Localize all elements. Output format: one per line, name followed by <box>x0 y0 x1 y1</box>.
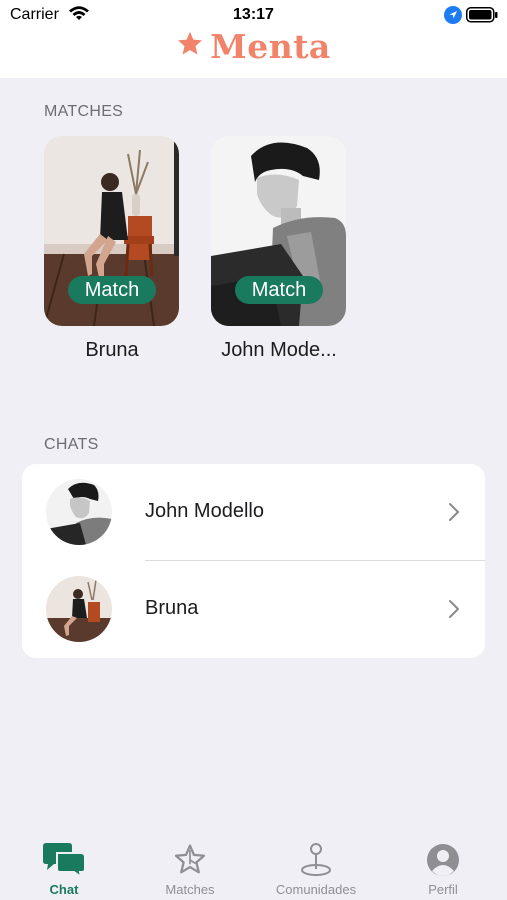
matches-section-title: MATCHES <box>44 103 124 120</box>
match-badge: Match <box>68 276 156 304</box>
tab-label: Matches <box>165 882 215 897</box>
star-outline-icon <box>130 842 250 878</box>
tab-bar: Chat Matches Comunidades Perfil <box>0 830 507 900</box>
tab-comunidades[interactable]: Comunidades <box>256 830 376 900</box>
tab-label: Perfil <box>428 882 458 897</box>
match-name: Bruna <box>85 339 139 361</box>
tab-chat[interactable]: Chat <box>4 830 124 900</box>
match-name: John Mode... <box>221 339 337 361</box>
avatar <box>46 479 112 545</box>
tab-matches[interactable]: Matches <box>130 830 250 900</box>
brand-name: Menta <box>210 26 331 66</box>
chats-section-title: CHATS <box>44 436 99 453</box>
avatar <box>46 576 112 642</box>
chevron-right-icon <box>448 599 460 624</box>
map-pin-icon <box>256 842 376 878</box>
chat-row-john-modello[interactable]: John Modello <box>22 464 485 561</box>
match-card-john[interactable]: Match <box>211 136 346 326</box>
chats-list: John Modello Bruna <box>22 464 485 658</box>
top-bar: Carrier 13:17 Menta <box>0 0 507 78</box>
matches-list: Match Bruna Match John Mode... <box>44 136 464 366</box>
clock: 13:17 <box>233 6 274 23</box>
person-circle-icon <box>383 842 503 878</box>
chat-name: Bruna <box>145 597 199 619</box>
chat-bubbles-icon <box>4 842 124 878</box>
brand-logo: Menta <box>0 24 507 68</box>
star-icon <box>176 30 204 63</box>
match-badge: Match <box>235 276 323 304</box>
tab-perfil[interactable]: Perfil <box>383 830 503 900</box>
chat-row-bruna[interactable]: Bruna <box>22 561 485 657</box>
chevron-right-icon <box>448 502 460 527</box>
chat-name: John Modello <box>145 500 264 522</box>
tab-label: Comunidades <box>275 882 357 897</box>
match-card-bruna[interactable]: Match <box>44 136 179 326</box>
tab-label: Chat <box>49 882 79 897</box>
